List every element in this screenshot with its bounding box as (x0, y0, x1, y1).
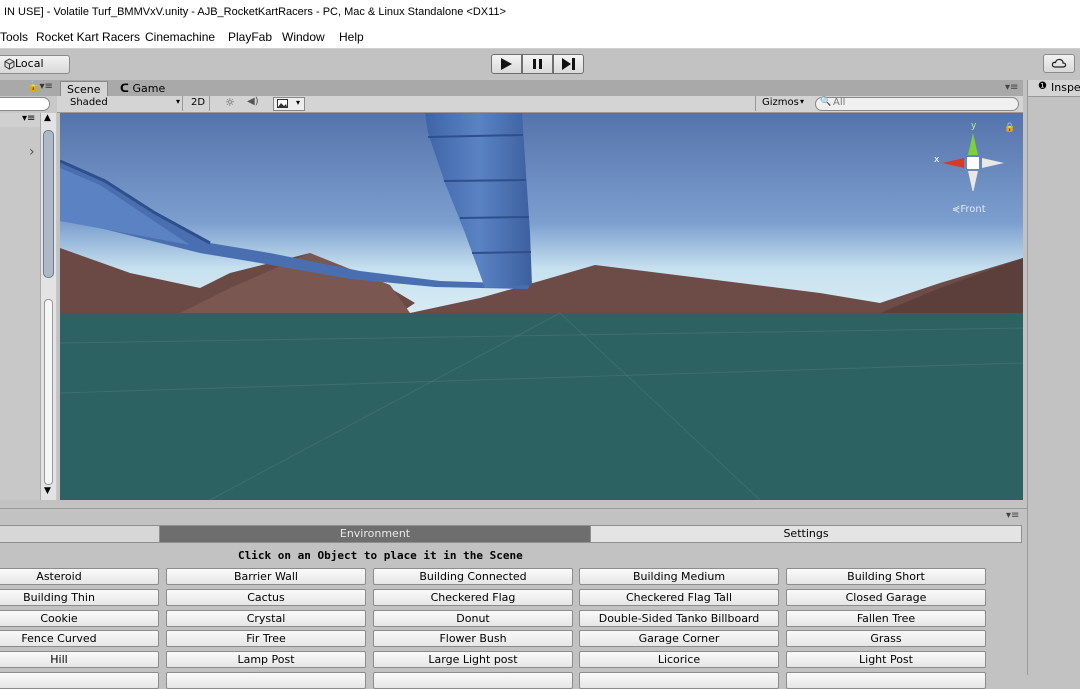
object-button-licorice[interactable]: Licorice (579, 651, 779, 668)
tab-settings-label: Settings (783, 527, 829, 540)
pause-icon (533, 59, 542, 69)
menu-playfab[interactable]: PlayFab (228, 30, 272, 44)
scene-render (60, 113, 1023, 500)
play-icon (501, 58, 512, 70)
step-button[interactable] (553, 54, 584, 74)
object-button-building-short[interactable]: Building Short (786, 568, 986, 585)
tab-blank[interactable] (0, 525, 160, 543)
scroll-down-icon[interactable]: ▼ (44, 486, 51, 496)
mode-2d-label: 2D (191, 97, 206, 108)
hierarchy-panel: 🔒▾≡ ▾≡ › ▲ ▼ (0, 80, 57, 500)
view-label[interactable]: ⋞Front (952, 204, 986, 215)
shading-label: Shaded (70, 97, 108, 108)
window-title: IN USE] - Volatile Turf_BMMVxV.unity - A… (4, 6, 506, 18)
object-button-flower-bush[interactable]: Flower Bush (373, 630, 573, 647)
scroll-track (44, 299, 53, 485)
scroll-thumb[interactable] (43, 130, 54, 278)
pause-button[interactable] (522, 54, 553, 74)
object-button-double-sided-tanko-billboard[interactable]: Double-Sided Tanko Billboard (579, 610, 779, 627)
scroll-up-icon[interactable]: ▲ (44, 113, 51, 123)
object-button-fir-tree[interactable]: Fir Tree (166, 630, 366, 647)
image-icon (277, 99, 288, 108)
play-button[interactable] (491, 54, 522, 74)
object-button-light-post[interactable]: Light Post (786, 651, 986, 668)
menu-cinemachine[interactable]: Cinemachine (145, 30, 215, 44)
object-button-asteroid[interactable]: Asteroid (0, 568, 159, 585)
inspector-panel: ❶ Inspe (1027, 80, 1080, 675)
tab-environment-label: Environment (339, 527, 411, 540)
menu-help[interactable]: Help (339, 30, 364, 44)
mode-2d-toggle[interactable]: 2D (187, 96, 210, 111)
object-button-building-connected[interactable]: Building Connected (373, 568, 573, 585)
chevron-down-icon: ▾ (176, 97, 181, 106)
tab-game-label: Game (132, 82, 166, 95)
object-button-crystal[interactable]: Crystal (166, 610, 366, 627)
playback-controls (491, 54, 585, 74)
object-button-lamp-post[interactable]: Lamp Post (166, 651, 366, 668)
menu-icon[interactable]: ▾≡ (22, 113, 35, 124)
tab-scene-label: Scene (67, 83, 101, 96)
step-icon (562, 58, 575, 70)
object-button-building-medium[interactable]: Building Medium (579, 568, 779, 585)
cloud-icon (1051, 58, 1067, 68)
menu-rocket-kart-racers[interactable]: Rocket Kart Racers (36, 30, 140, 44)
pacman-icon: ᑕ (120, 82, 129, 95)
panel-menu-icon[interactable]: ▾≡ (1006, 510, 1019, 521)
audio-icon[interactable]: ◀) (247, 96, 259, 107)
object-button-fallen-tree[interactable]: Fallen Tree (786, 610, 986, 627)
chevron-right-icon[interactable]: › (29, 144, 35, 160)
cloud-button[interactable] (1043, 54, 1075, 73)
object-button-building-thin[interactable]: Building Thin (0, 589, 159, 606)
hierarchy-header: ▾≡ (0, 113, 40, 127)
chevron-down-icon: ▾ (800, 97, 805, 106)
object-button-cactus[interactable]: Cactus (166, 589, 366, 606)
tab-game[interactable]: ᑕ Game (114, 81, 171, 97)
object-button-donut[interactable]: Donut (373, 610, 573, 627)
object-button-fence-curved[interactable]: Fence Curved (0, 630, 159, 647)
orientation-gizmo[interactable]: y x 🔒 ⋞Front (932, 121, 1015, 231)
local-label: Local (15, 57, 44, 70)
inspector-tab-label: Inspe (1051, 81, 1080, 94)
shading-dropdown[interactable]: Shaded ▾ (62, 96, 183, 111)
gizmo-y-label: y (971, 121, 977, 131)
lighting-icon[interactable]: ☼ (225, 96, 235, 109)
search-placeholder: All (833, 97, 846, 108)
info-icon: ❶ (1038, 81, 1047, 92)
menu-window[interactable]: Window (282, 30, 325, 44)
object-button-barrier-wall[interactable]: Barrier Wall (166, 568, 366, 585)
effects-dropdown[interactable]: ▾ (273, 97, 305, 111)
axis-cones-icon (942, 133, 1004, 191)
tab-environment[interactable]: Environment (159, 525, 591, 543)
panel-menu-icon[interactable]: ▾≡ (1005, 82, 1018, 93)
scene-viewport[interactable]: y x 🔒 ⋞Front (60, 113, 1023, 500)
gizmos-label: Gizmos (762, 97, 799, 108)
menu-tools[interactable]: Tools (0, 30, 28, 44)
instruction-text: Click on an Object to place it in the Sc… (238, 549, 523, 562)
tab-inspector[interactable]: ❶ Inspe (1028, 80, 1080, 97)
object-button-garage-corner[interactable]: Garage Corner (579, 630, 779, 647)
pivot-local-toggle[interactable]: Local (0, 55, 70, 74)
window-titlebar: IN USE] - Volatile Turf_BMMVxV.unity - A… (0, 0, 1080, 27)
hierarchy-scrollbar[interactable]: ▲ ▼ (40, 113, 56, 500)
object-button-large-light-post[interactable]: Large Light post (373, 651, 573, 668)
chevron-down-icon: ▾ (296, 98, 301, 107)
object-button-closed-garage[interactable]: Closed Garage (786, 589, 986, 606)
tab-settings[interactable]: Settings (590, 525, 1022, 543)
object-button-grass[interactable]: Grass (786, 630, 986, 647)
cube-icon (4, 58, 15, 70)
search-icon: 🔍 (820, 97, 832, 107)
view-name: Front (960, 204, 986, 215)
gizmos-dropdown[interactable]: Gizmos ▾ (755, 96, 812, 111)
lock-menu-icon[interactable]: 🔒▾≡ (27, 81, 53, 92)
hierarchy-tab-strip: 🔒▾≡ (0, 80, 57, 96)
object-button-cookie[interactable]: Cookie (0, 610, 159, 627)
scene-tab-row: Scene ᑕ Game ▾≡ (57, 80, 1023, 98)
object-button-hill[interactable]: Hill (0, 651, 159, 668)
hierarchy-search-input[interactable] (0, 97, 50, 111)
menu-bar: Tools Rocket Kart Racers Cinemachine Pla… (0, 27, 1080, 49)
object-button-checkered-flag[interactable]: Checkered Flag (373, 589, 573, 606)
object-button-checkered-flag-tall[interactable]: Checkered Flag Tall (579, 589, 779, 606)
scene-toolbar: Shaded ▾ 2D ☼ ◀) ▾ Gizmos ▾ 🔍 All (57, 96, 1023, 113)
scene-search-input[interactable]: 🔍 All (815, 97, 1019, 111)
